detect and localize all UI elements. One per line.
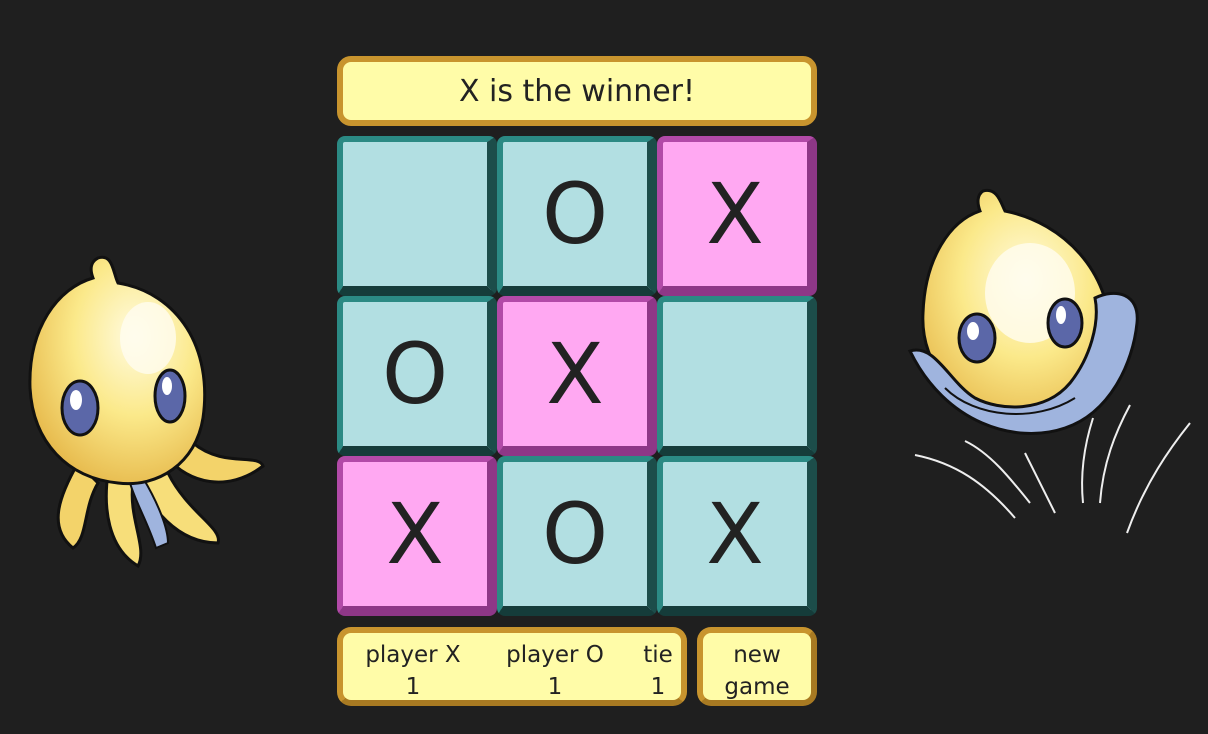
board-cell-4[interactable]: O bbox=[337, 296, 497, 456]
board-cell-6[interactable] bbox=[657, 296, 817, 456]
board-cell-9[interactable]: X bbox=[657, 456, 817, 616]
score-tie-label: tie bbox=[643, 642, 673, 668]
score-player-x-value: 1 bbox=[405, 674, 421, 700]
score-player-x: player X 1 bbox=[353, 639, 473, 703]
score-panel: player X 1 player O 1 tie 1 bbox=[337, 627, 687, 706]
board-cell-7[interactable]: X bbox=[337, 456, 497, 616]
yellow-octopus-icon bbox=[28, 255, 265, 569]
board-cell-1[interactable] bbox=[337, 136, 497, 296]
board-cell-3[interactable]: X bbox=[657, 136, 817, 296]
board-cell-5[interactable]: X bbox=[497, 296, 657, 456]
game-stage: X is the winner! O X O X X O X player X … bbox=[0, 0, 1208, 734]
score-tie-value: 1 bbox=[650, 674, 666, 700]
board-cell-2[interactable]: O bbox=[497, 136, 657, 296]
yellow-octopus-hiding-icon bbox=[907, 188, 1191, 534]
score-player-x-label: player X bbox=[365, 642, 461, 668]
score-tie: tie 1 bbox=[631, 639, 685, 703]
score-player-o: player O 1 bbox=[495, 639, 615, 703]
new-game-button[interactable]: new game bbox=[697, 627, 817, 706]
game-board: O X O X X O X bbox=[337, 136, 817, 616]
status-message: X is the winner! bbox=[458, 73, 696, 109]
score-player-o-label: player O bbox=[506, 642, 604, 668]
board-cell-8[interactable]: O bbox=[497, 456, 657, 616]
status-banner: X is the winner! bbox=[337, 56, 817, 126]
score-player-o-value: 1 bbox=[547, 674, 563, 700]
